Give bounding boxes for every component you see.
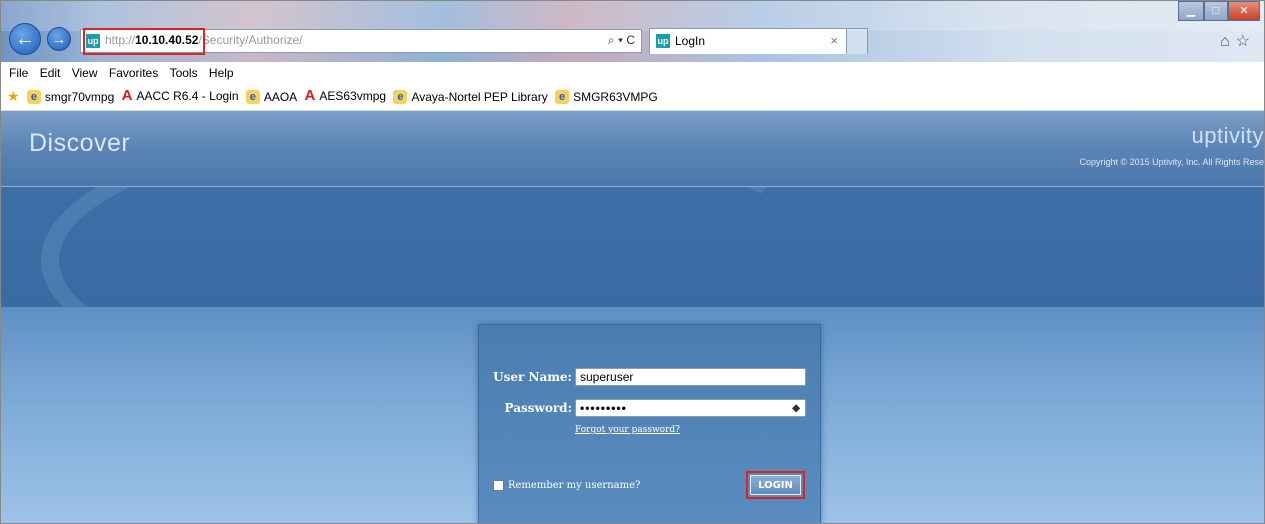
new-tab-button[interactable] (846, 28, 868, 54)
reveal-password-icon[interactable]: ◆ (792, 400, 801, 417)
hero-banner (1, 187, 1264, 307)
username-input[interactable]: superuser (575, 368, 806, 386)
favorite-aes63vmpg[interactable]: A AES63vmpg (304, 87, 387, 104)
app-header: Discover uptivity Copyright © 2015 Uptiv… (1, 111, 1264, 186)
menu-file[interactable]: File (9, 66, 28, 80)
forward-button[interactable]: → (47, 27, 71, 51)
favorites-bar: ★ e smgr70vmpg A AACC R6.4 - Login e AAOA A… (1, 84, 1264, 111)
tab-login[interactable]: up LogIn × (649, 28, 847, 54)
menu-view[interactable]: View (72, 66, 98, 80)
login-panel: User Name: superuser Password: •••••••••… (478, 324, 821, 523)
favorite-smgr70vmpg[interactable]: e smgr70vmpg (26, 90, 114, 104)
browser-toolbar: ← → up http://10.10.40.52/Security/Autho… (1, 1, 1264, 62)
minimize-button[interactable]: ▁ (1178, 1, 1204, 21)
forgot-password-link[interactable]: Forgot your password? (575, 425, 680, 435)
favorite-aaoa[interactable]: e AAOA (245, 90, 297, 104)
login-button[interactable]: LOGIN (750, 475, 801, 495)
favorites-star-icon[interactable]: ★ (7, 88, 20, 105)
copyright-text: Copyright © 2015 Uptivity, Inc. All Righ… (1079, 157, 1264, 167)
discover-app: Discover uptivity Copyright © 2015 Uptiv… (1, 111, 1264, 523)
avaya-icon: A (121, 87, 133, 104)
favorite-smgr63vmpg[interactable]: e SMGR63VMPG (555, 90, 658, 104)
back-button[interactable]: ← (9, 23, 41, 55)
remember-checkbox[interactable] (493, 480, 504, 491)
password-input[interactable]: ••••••••• ◆ (575, 399, 806, 417)
password-label: Password: (504, 401, 572, 415)
maximize-button[interactable]: □ (1204, 1, 1228, 21)
username-label: User Name: (493, 370, 572, 384)
uptivity-logo: uptivity (1191, 123, 1264, 148)
ie-icon: e (555, 90, 570, 104)
login-highlight-box: LOGIN (746, 471, 805, 499)
password-value: ••••••••• (580, 401, 627, 415)
ie-icon: e (26, 90, 41, 104)
search-refresh-icon[interactable]: ⌕ ▾ C (608, 33, 635, 48)
app-brand: Discover (29, 129, 131, 157)
ie-icon: e (245, 90, 260, 104)
menu-edit[interactable]: Edit (40, 66, 61, 80)
remember-username[interactable]: Remember my username? (493, 480, 640, 491)
url-highlight-box (83, 28, 205, 55)
address-bar[interactable]: up http://10.10.40.52/Security/Authorize… (80, 28, 642, 55)
menu-bar: File Edit View Favorites Tools Help (1, 62, 1264, 84)
window-controls: ▁ □ ✕ (1178, 1, 1260, 21)
menu-tools[interactable]: Tools (170, 66, 198, 80)
menu-help[interactable]: Help (209, 66, 234, 80)
remember-label: Remember my username? (508, 480, 641, 491)
favorite-pep-library[interactable]: e Avaya-Nortel PEP Library (393, 90, 548, 104)
avaya-icon: A (304, 87, 316, 104)
close-window-button[interactable]: ✕ (1228, 1, 1260, 21)
home-favorites-icon[interactable]: ⌂☆ (1220, 31, 1256, 51)
tab-title: LogIn (675, 34, 706, 48)
browser-window: ← → up http://10.10.40.52/Security/Autho… (0, 0, 1265, 524)
close-tab-icon[interactable]: × (830, 33, 838, 48)
ie-icon: e (393, 90, 408, 104)
decorative-swoosh (41, 187, 837, 307)
uptivity-favicon-icon: up (656, 34, 670, 48)
favorite-aacc[interactable]: A AACC R6.4 - Login (121, 87, 239, 104)
menu-favorites[interactable]: Favorites (109, 66, 158, 80)
